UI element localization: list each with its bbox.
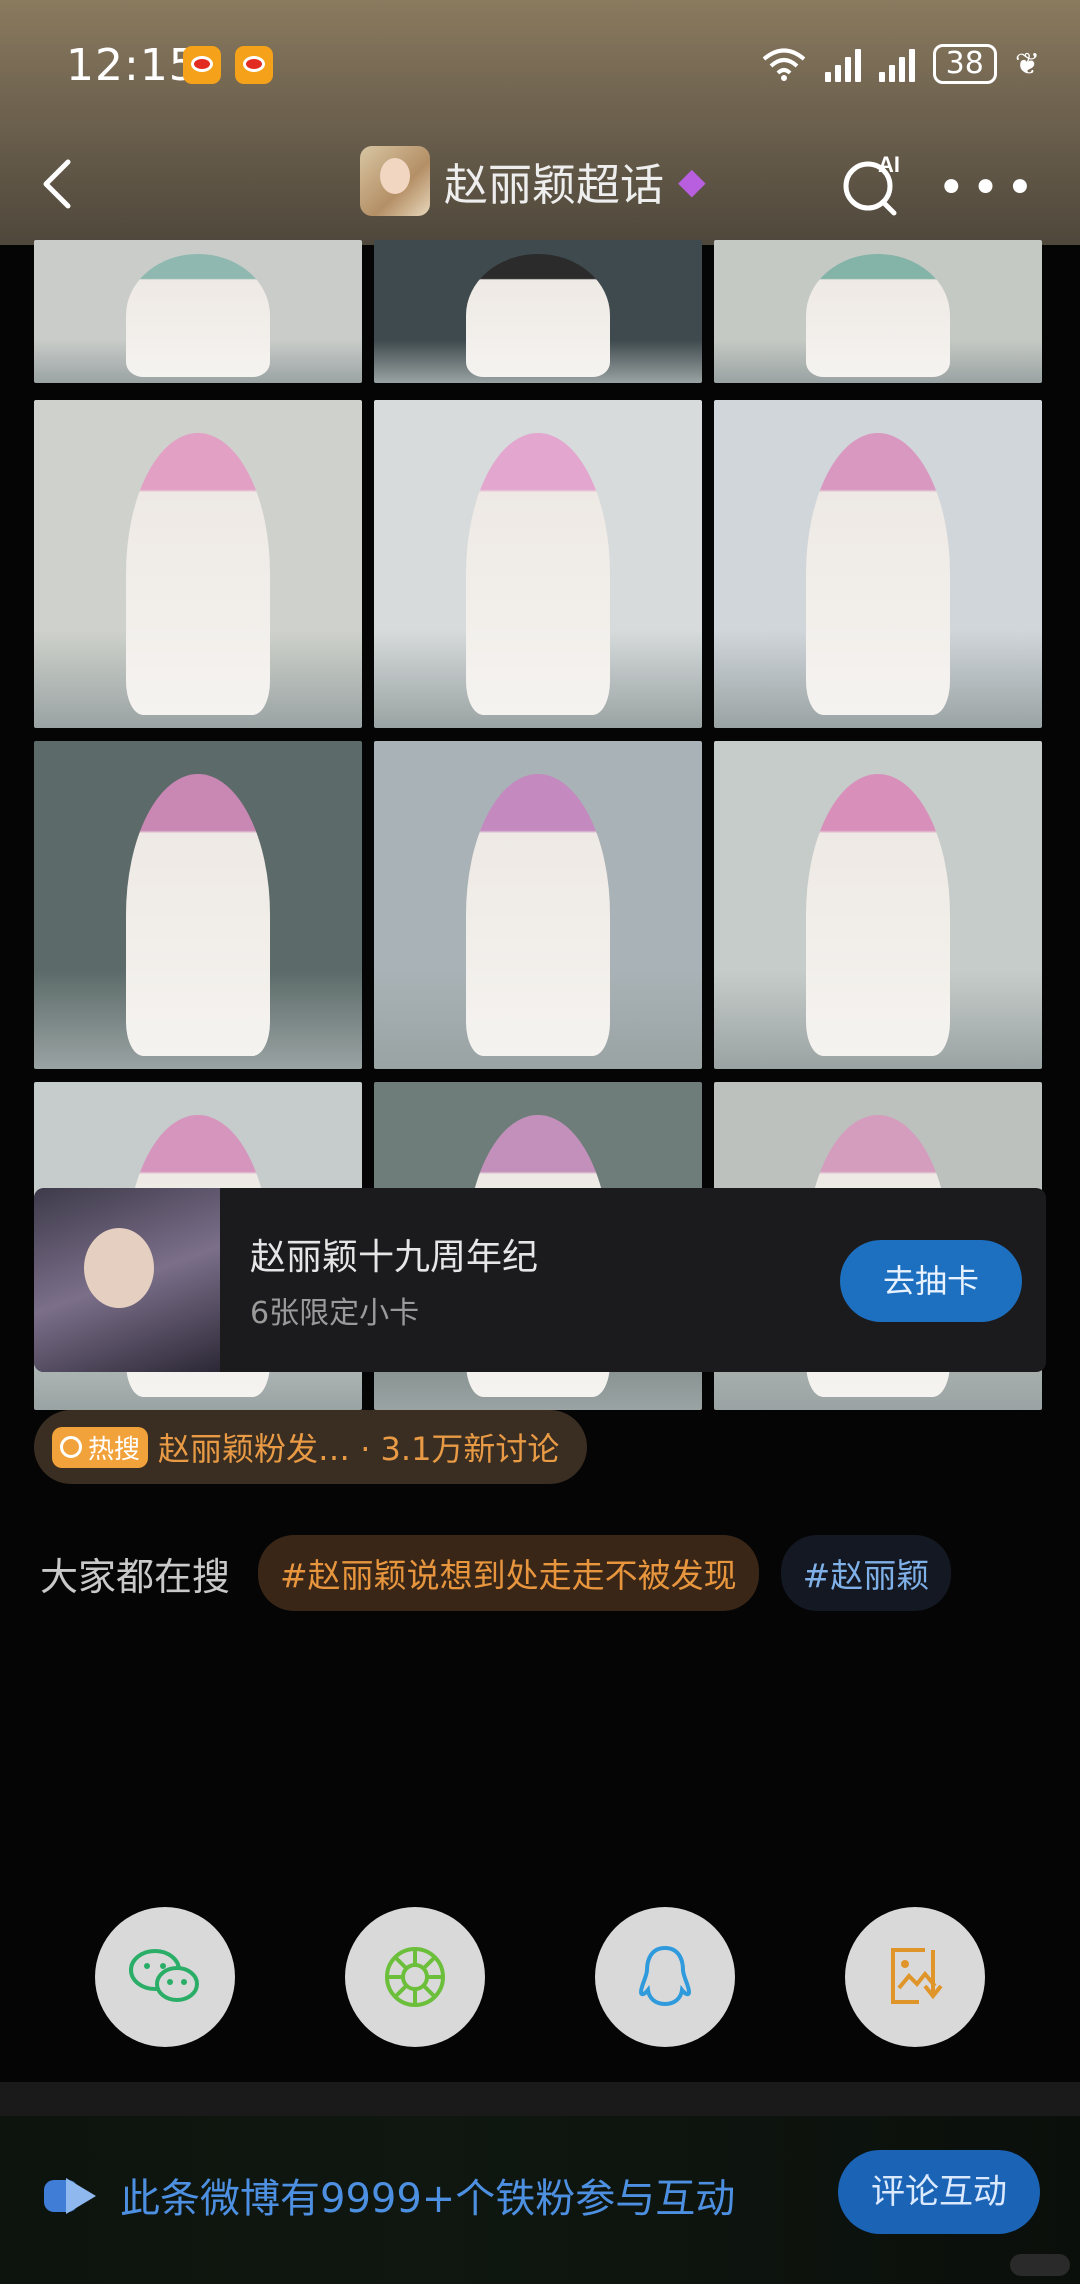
photo-thumbnail[interactable] xyxy=(34,240,362,383)
page-title: 赵丽颖超话 xyxy=(444,160,664,211)
photo-thumbnail[interactable] xyxy=(374,741,702,1069)
save-image-button[interactable] xyxy=(845,1907,985,2047)
weibo-notification-icon xyxy=(183,46,221,84)
back-icon[interactable] xyxy=(30,154,90,214)
photo-subject xyxy=(805,254,951,378)
photo-thumbnail[interactable] xyxy=(34,400,362,728)
photo-thumbnail[interactable] xyxy=(374,240,702,383)
divider xyxy=(0,2082,1080,2116)
photo-subject xyxy=(465,254,611,378)
hot-search-text: 赵丽颖粉发… · 3.1万新讨论 xyxy=(158,1430,560,1468)
photo-thumbnail[interactable] xyxy=(714,741,1042,1069)
promo-card[interactable]: 赵丽颖十九周年纪 6张限定小卡 去抽卡 xyxy=(34,1188,1046,1372)
photo-subject xyxy=(125,254,271,378)
comment-interact-button[interactable]: 评论互动 xyxy=(838,2150,1040,2234)
draw-card-button[interactable]: 去抽卡 xyxy=(840,1240,1022,1322)
photo-thumbnail[interactable] xyxy=(374,400,702,728)
photo-subject xyxy=(805,432,951,715)
photo-thumbnail[interactable] xyxy=(714,240,1042,383)
photo-subject xyxy=(125,432,271,715)
wechat-icon xyxy=(129,1949,199,2002)
search-icon xyxy=(60,1436,82,1458)
leaf-icon: ❦ xyxy=(1014,46,1040,82)
trending-tag[interactable]: #赵丽颖 xyxy=(780,1535,952,1611)
promo-card-subtitle: 6张限定小卡 xyxy=(250,1296,420,1331)
promo-card-title: 赵丽颖十九周年纪 xyxy=(250,1237,539,1278)
share-row xyxy=(95,1907,985,2047)
photo-subject xyxy=(465,773,611,1056)
fan-icon xyxy=(44,2178,96,2214)
ai-search-icon[interactable]: AI xyxy=(838,148,910,220)
avatar xyxy=(360,146,430,216)
ai-label: AI xyxy=(878,152,900,177)
interaction-bar: 此条微博有9999+个铁粉参与互动 评论互动 xyxy=(0,2116,1080,2284)
nav-bar: 赵丽颖超话 ◆ AI ••• xyxy=(0,130,1080,240)
save-image-icon xyxy=(891,1948,943,2004)
hot-search-badge: 热搜 xyxy=(52,1426,149,1468)
share-qq-button[interactable] xyxy=(595,1907,735,2047)
weibo-notification-icon xyxy=(235,46,273,84)
trending-tag[interactable]: #赵丽颖说想到处走走不被发现 xyxy=(258,1535,759,1611)
moments-icon xyxy=(385,1947,445,2007)
photo-subject xyxy=(465,432,611,715)
battery-icon: 38 xyxy=(932,44,997,84)
hot-badge-label: 热搜 xyxy=(88,1434,141,1465)
post-content xyxy=(0,240,1080,2085)
photo-subject xyxy=(805,773,951,1056)
system-icons: 38 ❦ xyxy=(761,44,1040,84)
share-wechat-button[interactable] xyxy=(95,1907,235,2047)
promo-card-image xyxy=(34,1188,220,1372)
qq-icon xyxy=(638,1945,692,2007)
status-bar: 12:15 38 ❦ xyxy=(0,0,1080,130)
supertopic-title[interactable]: 赵丽颖超话 ◆ xyxy=(360,146,706,216)
hot-search-chip[interactable]: 热搜 赵丽颖粉发… · 3.1万新讨论 xyxy=(34,1410,588,1484)
wifi-icon xyxy=(762,48,805,81)
photo-thumbnail[interactable] xyxy=(714,400,1042,728)
trending-searches: 大家都在搜 #赵丽颖说想到处走走不被发现 #赵丽颖 xyxy=(40,1535,952,1611)
fan-interaction-text: 此条微博有9999+个铁粉参与互动 xyxy=(120,2176,736,2222)
trending-label: 大家都在搜 xyxy=(40,1554,231,1599)
watermark xyxy=(1010,2254,1070,2276)
signal-icon xyxy=(878,46,915,82)
photo-thumbnail[interactable] xyxy=(34,741,362,1069)
share-moments-button[interactable] xyxy=(345,1907,485,2047)
diamond-icon: ◆ xyxy=(678,160,706,202)
signal-icon xyxy=(824,46,861,82)
status-time: 12:15 xyxy=(66,40,198,91)
photo-subject xyxy=(125,773,271,1056)
more-icon[interactable]: ••• xyxy=(937,160,1040,216)
